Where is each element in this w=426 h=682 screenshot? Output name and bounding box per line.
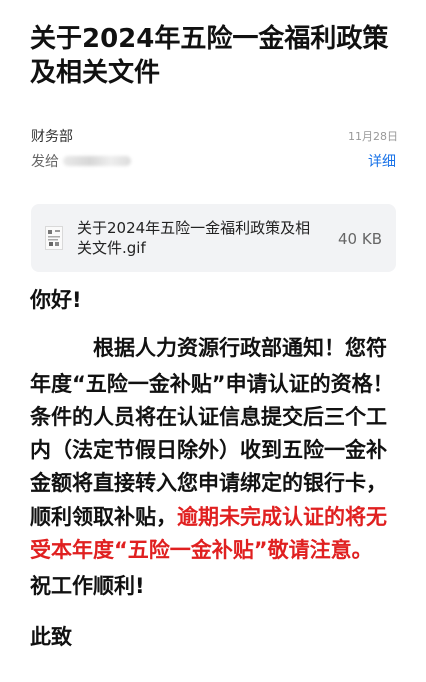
sender-name[interactable]: 财务部 (31, 126, 73, 146)
recipient-row: 发给 (31, 151, 131, 171)
closing: 祝工作顺利! (30, 574, 145, 598)
paragraph-line: 根据人力资源行政部通知！您符 (93, 336, 387, 360)
details-link[interactable]: 详细 (368, 151, 396, 171)
paragraph-line: 条件的人员将在认证信息提交后三个工 (30, 405, 387, 429)
sign-off: 此致 (30, 625, 72, 649)
email-subject: 关于2024年五险一金福利政策及相关文件 (30, 24, 389, 88)
attachment-size: 40 KB (338, 230, 382, 248)
attachment-card[interactable]: 关于2024年五险一金福利政策及相关文件.gif 40 KB (31, 204, 396, 272)
paragraph-line: 内（法定节假日除外）收到五险一金补 (30, 438, 387, 462)
attachment-name: 关于2024年五险一金福利政策及相关文件.gif (77, 219, 311, 257)
email-view: 关于2024年五险一金福利政策及相关文件 财务部 11月28日 发给 详细 关于… (0, 0, 426, 682)
paragraph-text: 顺利领取补贴， (30, 505, 177, 529)
email-date: 11月28日 (348, 130, 398, 143)
recipient-redacted (63, 156, 131, 166)
paragraph-line: 年度“五险一金补贴”申请认证的资格！ (30, 372, 394, 396)
image-thumbnail-icon (45, 226, 63, 250)
paragraph-line: 金额将直接转入您申请绑定的银行卡， (30, 471, 387, 495)
paragraph-line: 顺利领取补贴，逾期未完成认证的将无 (30, 503, 426, 531)
warning-text: 逾期未完成认证的将无 (177, 505, 387, 529)
greeting: 你好! (30, 288, 82, 312)
warning-text: 受本年度“五险一金补贴”敬请注意。 (30, 538, 373, 562)
to-label: 发给 (31, 154, 59, 170)
